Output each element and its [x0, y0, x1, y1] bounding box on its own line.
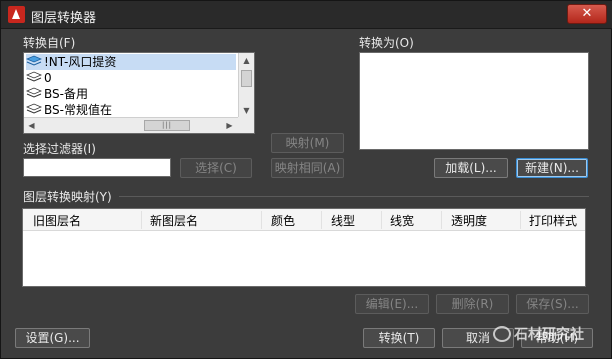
list-item[interactable]: !NT-风口提资: [26, 54, 236, 70]
convert-from-label: 转换自(F): [23, 36, 76, 50]
list-item-label: 0: [44, 71, 52, 85]
list-item[interactable]: 0: [26, 70, 236, 86]
mappings-table[interactable]: 旧图层名 新图层名 颜色 线型 线宽 透明度 打印样式: [22, 208, 586, 287]
watermark: 石材研究社: [493, 324, 603, 348]
list-item[interactable]: BS-备用: [26, 86, 236, 102]
map-same-button[interactable]: 映射相同(A): [271, 158, 344, 178]
scroll-up-icon[interactable]: ▲: [239, 53, 254, 68]
select-button[interactable]: 选择(C): [180, 158, 252, 178]
column-header[interactable]: 线宽: [390, 212, 414, 229]
column-header[interactable]: 打印样式: [529, 212, 577, 229]
list-item[interactable]: BS-常规值在: [26, 102, 236, 118]
convert-button[interactable]: 转换(T): [363, 328, 435, 348]
group-divider: [119, 196, 589, 197]
layer-stack-icon: [26, 55, 42, 66]
column-divider: [321, 211, 322, 229]
column-divider: [441, 211, 442, 229]
layer-stack-icon: [26, 71, 42, 82]
scroll-thumb[interactable]: [241, 70, 252, 87]
mappings-label: 图层转换映射(Y): [23, 190, 112, 204]
layer-translator-dialog: 图层转换器 ✕ 转换自(F) !NT-风口提资 0 BS-备用 BS-常规值在 …: [0, 0, 612, 359]
column-header[interactable]: 透明度: [451, 212, 487, 229]
map-button[interactable]: 映射(M): [271, 133, 344, 153]
convert-to-list[interactable]: [359, 52, 589, 150]
list-item-label: !NT-风口提资: [44, 55, 117, 69]
scroll-thumb[interactable]: |||: [144, 120, 190, 131]
filter-label: 选择过滤器(I): [23, 142, 96, 156]
wechat-icon: [493, 326, 511, 342]
scroll-corner: [238, 117, 254, 133]
load-button[interactable]: 加载(L)...: [434, 158, 508, 178]
scroll-left-icon[interactable]: ◀: [24, 118, 39, 133]
convert-to-label: 转换为(O): [359, 36, 414, 50]
horizontal-scrollbar[interactable]: ◀ ||| ▶: [24, 117, 254, 133]
list-item-label: BS-备用: [44, 87, 88, 101]
column-header[interactable]: 旧图层名: [33, 212, 81, 229]
column-header[interactable]: 新图层名: [150, 212, 198, 229]
table-header: 旧图层名 新图层名 颜色 线型 线宽 透明度 打印样式: [23, 209, 585, 231]
autocad-logo-icon: [8, 6, 25, 23]
column-divider: [520, 211, 521, 229]
filter-input[interactable]: [23, 158, 171, 177]
layer-stack-icon: [26, 103, 42, 114]
window-title: 图层转换器: [31, 11, 97, 26]
delete-button[interactable]: 删除(R): [436, 294, 509, 314]
list-item-label: BS-常规值在: [44, 103, 112, 117]
scroll-down-icon[interactable]: ▼: [239, 103, 254, 118]
layer-stack-icon: [26, 87, 42, 98]
scroll-right-icon[interactable]: ▶: [222, 118, 237, 133]
close-button[interactable]: ✕: [567, 4, 607, 24]
settings-button[interactable]: 设置(G)...: [15, 328, 90, 348]
column-divider: [141, 211, 142, 229]
column-divider: [261, 211, 262, 229]
title-bar: 图层转换器 ✕: [1, 1, 612, 29]
save-button[interactable]: 保存(S)...: [516, 294, 589, 314]
convert-from-list[interactable]: !NT-风口提资 0 BS-备用 BS-常规值在 ▲ ▼ ◀ ||| ▶: [23, 52, 255, 134]
edit-button[interactable]: 编辑(E)...: [355, 294, 429, 314]
column-header[interactable]: 颜色: [271, 212, 295, 229]
watermark-text: 石材研究社: [514, 327, 584, 343]
column-divider: [381, 211, 382, 229]
new-button[interactable]: 新建(N)...: [516, 158, 588, 178]
vertical-scrollbar[interactable]: ▲ ▼: [238, 53, 254, 118]
column-header[interactable]: 线型: [331, 212, 355, 229]
